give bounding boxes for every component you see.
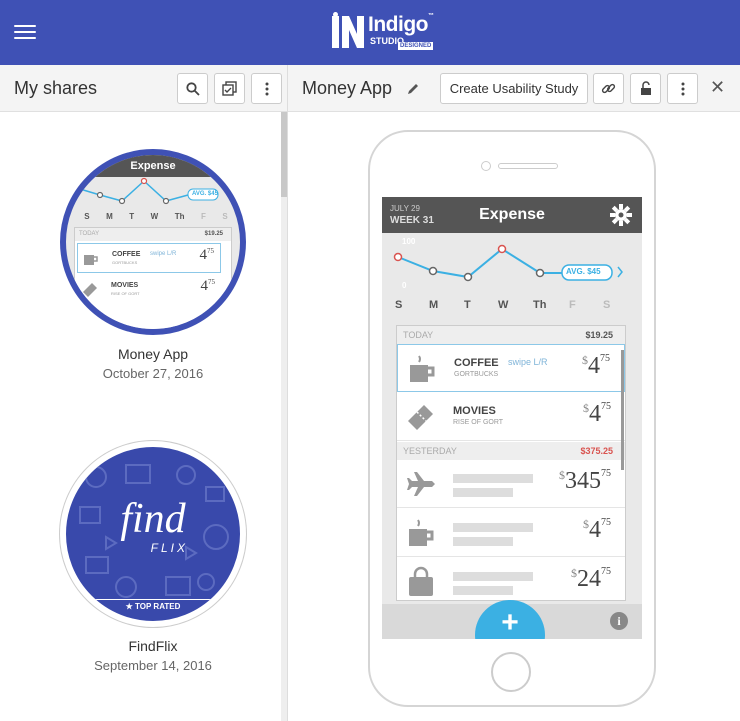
lock-button[interactable] [630, 73, 661, 104]
top-bar: Indigo™ STUDIO DESIGNED [0, 0, 740, 65]
share-name: FindFlix [128, 638, 178, 654]
item-price: $34575 [559, 468, 611, 494]
expense-list[interactable]: TODAY $19.25 COFFEE GORTBUCKS swipe L/R … [396, 325, 626, 601]
app-header: JULY 29 WEEK 31 Expense [382, 197, 642, 233]
badge-divider [66, 599, 240, 600]
phone-speaker [498, 163, 558, 169]
link-icon [601, 83, 616, 94]
share-link-button[interactable] [593, 73, 624, 104]
thumb-item-coffee: COFFEE GORTBUCKS swipe L/R 475 [77, 243, 221, 273]
phone-mockup: JULY 29 WEEK 31 Expense 100 0 AVG. $45 S… [368, 130, 656, 707]
share-card-money-app[interactable]: Expense AVG. $45 S M T W Th F S TODAY $19.25 [60, 149, 246, 381]
thumb-days: S M T W Th F S [84, 212, 228, 221]
logo-designed: DESIGNED [398, 42, 434, 50]
thumb-avg-label: AVG. $45 [192, 191, 218, 197]
expense-chart: 100 0 AVG. $45 S M T W Th F S [382, 233, 642, 319]
scrollbar-thumb[interactable] [281, 112, 287, 197]
shares-title: My shares [14, 78, 98, 98]
search-button[interactable] [177, 73, 208, 104]
settings-gear-icon[interactable] [610, 204, 632, 226]
thumb-expense-header: Expense [66, 155, 240, 177]
list-item-shopping[interactable]: $2475 [397, 558, 625, 606]
phone-screen: JULY 29 WEEK 31 Expense 100 0 AVG. $45 S… [382, 197, 642, 639]
multi-select-button[interactable] [214, 73, 245, 104]
yesterday-section-header: YESTERDAY $375.25 [397, 442, 625, 460]
item-price: $475 [582, 353, 610, 379]
menu-icon[interactable] [14, 25, 36, 41]
thumb-list: TODAY $19.25 COFFEE GORTBUCKS swipe L/R … [74, 227, 232, 329]
item-price: $2475 [571, 566, 611, 592]
preview-more-button[interactable] [667, 73, 698, 104]
shares-scrollbar[interactable] [281, 112, 287, 721]
list-item-coffee-2[interactable]: $475 [397, 509, 625, 557]
airplane-icon [407, 472, 435, 496]
share-name: Money App [117, 346, 189, 362]
placeholder-bar [453, 523, 533, 532]
indigo-studio-logo: Indigo™ STUDIO DESIGNED [330, 9, 440, 55]
today-section-header: TODAY $19.25 [397, 326, 625, 344]
preview-panel: Money App Create Usability Study ✕ JULY … [288, 65, 740, 721]
share-date: October 27, 2016 [102, 366, 204, 381]
placeholder-bar [453, 572, 533, 581]
info-icon[interactable]: i [610, 612, 628, 630]
placeholder-bar [453, 537, 513, 546]
coffee-cup-icon [84, 255, 98, 265]
more-options-button[interactable] [251, 73, 282, 104]
coffee-cup-icon [409, 519, 434, 546]
avg-badge[interactable]: AVG. $45 [566, 267, 601, 276]
thumb-today-row: TODAY $19.25 [75, 228, 231, 241]
indigo-logo-mark-icon [332, 12, 364, 48]
share-thumbnail-findflix[interactable]: find FLIX ★ TOP RATED [60, 441, 246, 627]
phone-camera [481, 161, 491, 171]
preview-title: Money App [302, 78, 393, 98]
preview-header: Money App Create Usability Study ✕ [288, 65, 740, 112]
share-thumbnail-money-app[interactable]: Expense AVG. $45 S M T W Th F S TODAY $19.25 [60, 149, 246, 335]
more-vertical-icon [265, 82, 268, 95]
more-vertical-icon [681, 82, 684, 95]
item-price: $475 [583, 517, 611, 543]
star-icon: ★ [125, 602, 133, 611]
search-icon [185, 81, 200, 96]
phone-home-button [491, 652, 531, 692]
unlock-icon [640, 81, 651, 95]
share-date: September 14, 2016 [94, 658, 212, 673]
thumb-item-movies: MOVIES RISE OF GORT 475 [77, 276, 221, 306]
list-item-coffee[interactable]: COFFEE GORTBUCKS swipe L/R $475 [397, 344, 625, 392]
close-icon[interactable]: ✕ [710, 77, 725, 98]
app-title: Expense [479, 206, 545, 223]
findflix-logo-flix: FLIX [150, 541, 188, 555]
shares-panel: My shares Expense AVG. $45 S M T W Th F S [0, 65, 288, 721]
item-price: $475 [583, 401, 611, 427]
weekday-row: S M T W Th F S [395, 299, 611, 311]
list-item-movies[interactable]: MOVIES RISE OF GORT $475 [397, 393, 625, 441]
coffee-cup-icon [410, 355, 435, 382]
findflix-logo-word: find [120, 496, 186, 542]
placeholder-bar [453, 488, 513, 497]
pencil-icon[interactable] [406, 82, 420, 96]
top-rated-badge: ★ TOP RATED [125, 602, 181, 611]
movie-ticket-icon [408, 405, 433, 430]
swipe-hint: swipe L/R [508, 357, 548, 367]
share-card-findflix[interactable]: find FLIX ★ TOP RATED FindFlix September… [60, 441, 246, 673]
list-item-flight[interactable]: $34575 [397, 460, 625, 508]
shopping-bag-icon [409, 566, 433, 596]
logo-text: Indigo™ [368, 13, 434, 36]
multi-select-icon [222, 81, 237, 96]
create-usability-study-button[interactable]: Create Usability Study [440, 73, 588, 104]
placeholder-bar [453, 474, 533, 483]
placeholder-bar [453, 586, 513, 595]
shares-header: My shares [0, 65, 287, 112]
ticket-icon [83, 283, 97, 297]
list-scrollbar[interactable] [621, 350, 624, 470]
